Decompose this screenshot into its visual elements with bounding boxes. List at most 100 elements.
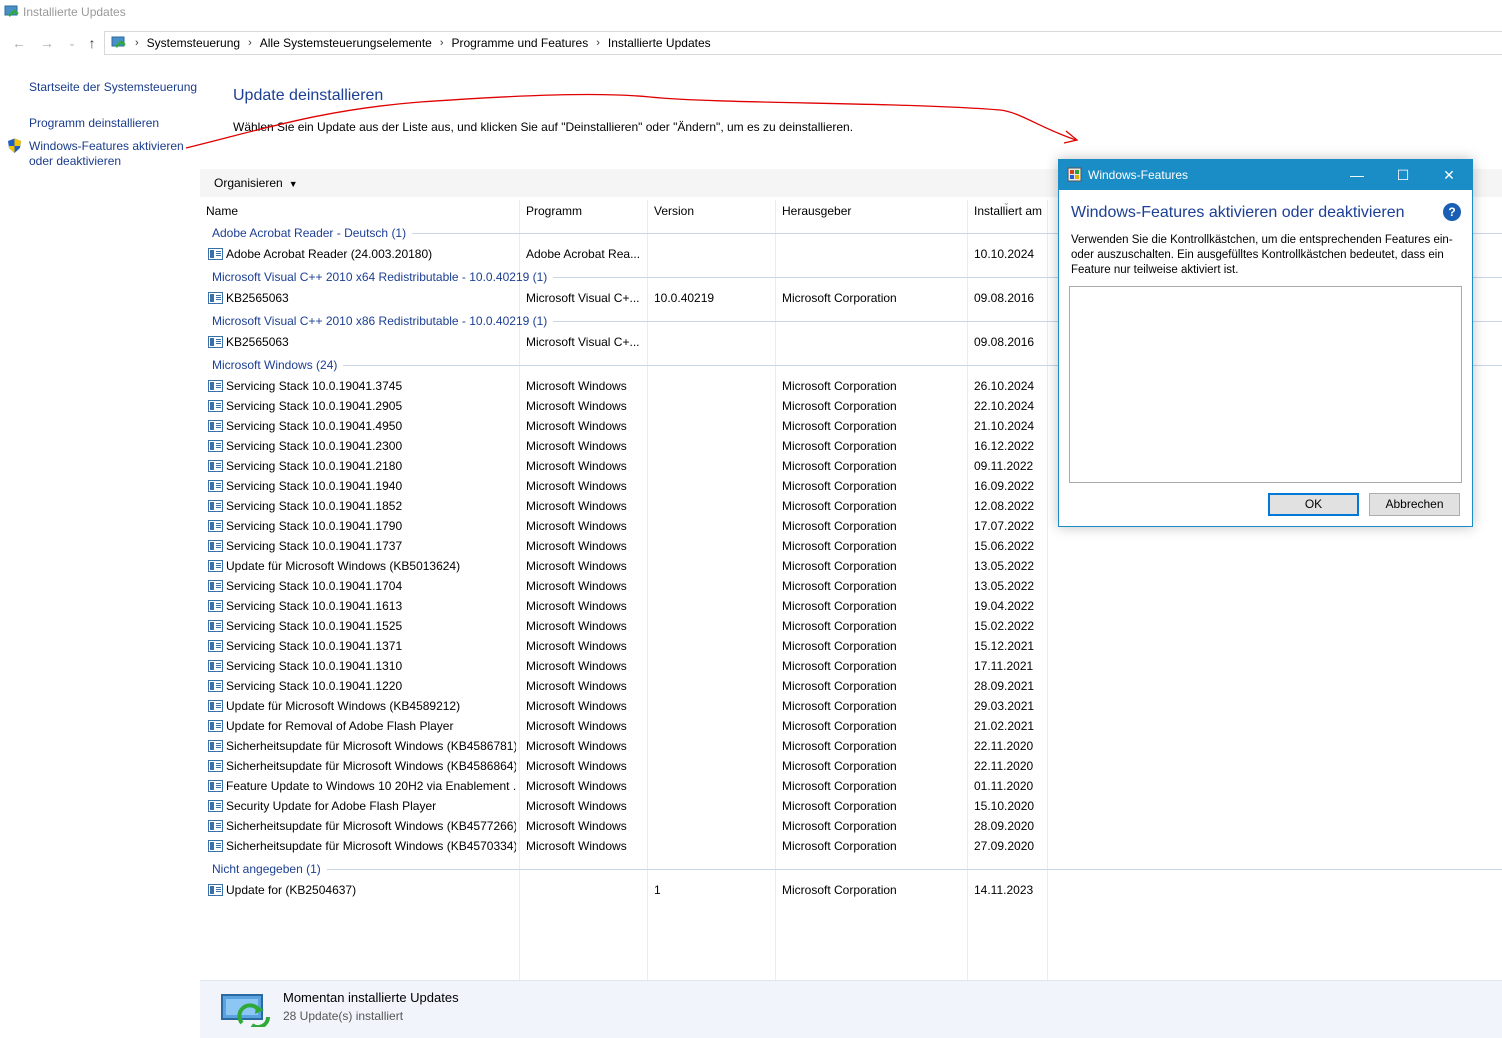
help-icon[interactable]: ? [1443, 203, 1461, 221]
breadcrumb-systemsteuerung[interactable]: Systemsteuerung [147, 36, 240, 50]
column-header-program[interactable]: Programm [520, 200, 647, 222]
cell-installed-on: 15.12.2021 [974, 639, 1035, 653]
list-item[interactable]: Sicherheitsupdate für Microsoft Windows … [200, 816, 1060, 836]
list-item[interactable]: Servicing Stack 10.0.19041.1220 Microsoft… [200, 676, 1060, 696]
dialog-titlebar[interactable]: Windows-Features — ☐ ✕ [1059, 160, 1472, 190]
column-header-publisher[interactable]: Herausgeber [776, 200, 967, 222]
list-item[interactable]: Servicing Stack 10.0.19041.2180 Microsoft… [200, 456, 1060, 476]
up-arrow-icon[interactable]: ↑ [83, 34, 101, 52]
update-icon [208, 840, 223, 852]
cell-name: Servicing Stack 10.0.19041.2300 [226, 439, 403, 453]
list-item[interactable]: Servicing Stack 10.0.19041.1940 Microsoft… [200, 476, 1060, 496]
breadcrumb-programme-features[interactable]: Programme und Features [452, 36, 589, 50]
list-item[interactable]: Servicing Stack 10.0.19041.1790 Microsoft… [200, 516, 1060, 536]
cell-installed-on: 21.10.2024 [974, 419, 1035, 433]
cell-name: Servicing Stack 10.0.19041.1525 [226, 619, 403, 633]
update-icon [208, 380, 223, 392]
ok-button[interactable]: OK [1268, 493, 1359, 516]
group-header[interactable]: Adobe Acrobat Reader - Deutsch (1) [212, 223, 406, 243]
list-item[interactable]: Sicherheitsupdate für Microsoft Windows … [200, 836, 1060, 856]
recent-chevron-down-icon[interactable]: ⌄ [63, 34, 81, 52]
cell-program: Microsoft Windows [526, 479, 627, 493]
list-item[interactable]: Servicing Stack 10.0.19041.1310 Microsoft… [200, 656, 1060, 676]
cancel-button[interactable]: Abbrechen [1369, 493, 1460, 516]
address-bar[interactable]: › Systemsteuerung › Alle Systemsteuerung… [104, 31, 1502, 55]
breadcrumb-separator-icon[interactable]: › [596, 37, 600, 49]
column-header-installed-on[interactable]: Installiert am [968, 200, 1058, 222]
back-arrow-icon[interactable]: ← [10, 34, 28, 52]
update-icon [208, 760, 223, 772]
close-icon[interactable]: ✕ [1426, 160, 1472, 190]
link-windows-features-line2[interactable]: oder deaktivieren [29, 154, 121, 168]
breadcrumb-installierte-updates[interactable]: Installierte Updates [608, 36, 711, 50]
list-item[interactable]: Servicing Stack 10.0.19041.1852 Microsoft… [200, 496, 1060, 516]
list-item[interactable]: Security Update for Adobe Flash Player Mi… [200, 796, 1060, 816]
group-header[interactable]: Microsoft Windows (24) [212, 355, 337, 375]
update-icon [208, 540, 223, 552]
cell-installed-on: 16.12.2022 [974, 439, 1035, 453]
organize-button[interactable]: Organisieren ▼ [214, 176, 298, 190]
update-icon [208, 580, 223, 592]
link-uninstall-program[interactable]: Programm deinstallieren [29, 116, 159, 130]
link-windows-features[interactable]: Windows-Features aktivieren [29, 139, 184, 153]
list-item[interactable]: Update für Microsoft Windows (KB5013624)… [200, 556, 1060, 576]
features-tree-list[interactable] [1069, 286, 1462, 483]
cell-name: Servicing Stack 10.0.19041.2180 [226, 459, 403, 473]
forward-arrow-icon[interactable]: → [38, 34, 56, 52]
column-header-version[interactable]: Version [648, 200, 775, 222]
list-item[interactable]: Sicherheitsupdate für Microsoft Windows … [200, 756, 1060, 776]
list-item[interactable]: Servicing Stack 10.0.19041.3745 Microsoft… [200, 376, 1060, 396]
installed-updates-icon [221, 994, 270, 1027]
cell-publisher: Microsoft Corporation [782, 779, 897, 793]
update-icon [208, 820, 223, 832]
link-control-panel-home[interactable]: Startseite der Systemsteuerung [29, 80, 197, 94]
cell-publisher: Microsoft Corporation [782, 539, 897, 553]
list-item[interactable]: Servicing Stack 10.0.19041.2905 Microsoft… [200, 396, 1060, 416]
list-item[interactable]: Servicing Stack 10.0.19041.2300 Microsoft… [200, 436, 1060, 456]
column-header-name[interactable]: Name [200, 200, 519, 222]
breadcrumb-separator-icon[interactable]: › [440, 37, 444, 49]
breadcrumb-separator-icon[interactable]: › [248, 37, 252, 49]
list-item[interactable]: Sicherheitsupdate für Microsoft Windows … [200, 736, 1060, 756]
status-bar: Momentan installierte Updates 28 Update(… [200, 980, 1502, 1038]
uac-shield-icon [8, 138, 21, 153]
update-icon [208, 440, 223, 452]
list-item[interactable]: Servicing Stack 10.0.19041.4950 Microsoft… [200, 416, 1060, 436]
list-item[interactable]: KB2565063 Microsoft Visual C+... 10.0.4021… [200, 288, 1060, 308]
group-header[interactable]: Microsoft Visual C++ 2010 x86 Redistribu… [212, 311, 547, 331]
cell-installed-on: 26.10.2024 [974, 379, 1035, 393]
cell-program: Microsoft Windows [526, 519, 627, 533]
navigation-bar: ← → ⌄ ↑ › Systemsteuerung › Alle Systems… [0, 28, 1502, 58]
cell-program: Microsoft Windows [526, 579, 627, 593]
group-header[interactable]: Microsoft Visual C++ 2010 x64 Redistribu… [212, 267, 547, 287]
list-item[interactable]: Servicing Stack 10.0.19041.1525 Microsoft… [200, 616, 1060, 636]
list-item[interactable]: Update für Microsoft Windows (KB4589212)… [200, 696, 1060, 716]
cell-program: Microsoft Windows [526, 439, 627, 453]
list-item[interactable]: Servicing Stack 10.0.19041.1704 Microsoft… [200, 576, 1060, 596]
cell-program: Microsoft Visual C+... [526, 291, 640, 305]
maximize-icon[interactable]: ☐ [1380, 160, 1426, 190]
cell-name: Servicing Stack 10.0.19041.1852 [226, 499, 403, 513]
cell-program: Microsoft Windows [526, 819, 627, 833]
cell-name: Servicing Stack 10.0.19041.1220 [226, 679, 403, 693]
list-item[interactable]: Update for (KB2504637) 1 Microsoft Corpora… [200, 880, 1060, 900]
cell-program: Microsoft Windows [526, 759, 627, 773]
cell-installed-on: 13.05.2022 [974, 559, 1035, 573]
cell-installed-on: 19.04.2022 [974, 599, 1035, 613]
group-header[interactable]: Nicht angegeben (1) [212, 859, 321, 879]
cell-installed-on: 10.10.2024 [974, 247, 1035, 261]
cell-installed-on: 28.09.2021 [974, 679, 1035, 693]
list-item[interactable]: Feature Update to Windows 10 20H2 via En… [200, 776, 1060, 796]
list-item[interactable]: Servicing Stack 10.0.19041.1371 Microsoft… [200, 636, 1060, 656]
minimize-icon[interactable]: — [1334, 160, 1380, 190]
cell-name: Servicing Stack 10.0.19041.3745 [226, 379, 403, 393]
list-item[interactable]: Adobe Acrobat Reader (24.003.20180) Adobe… [200, 244, 1060, 264]
breadcrumb-alle-elemente[interactable]: Alle Systemsteuerungselemente [260, 36, 432, 50]
update-icon [208, 640, 223, 652]
list-item[interactable]: KB2565063 Microsoft Visual C+... 09.08.201… [200, 332, 1060, 352]
list-item[interactable]: Servicing Stack 10.0.19041.1613 Microsoft… [200, 596, 1060, 616]
list-item[interactable]: Servicing Stack 10.0.19041.1737 Microsoft… [200, 536, 1060, 556]
list-item[interactable]: Update for Removal of Adobe Flash Player… [200, 716, 1060, 736]
update-icon [208, 336, 223, 348]
breadcrumb-separator-icon[interactable]: › [135, 37, 139, 49]
